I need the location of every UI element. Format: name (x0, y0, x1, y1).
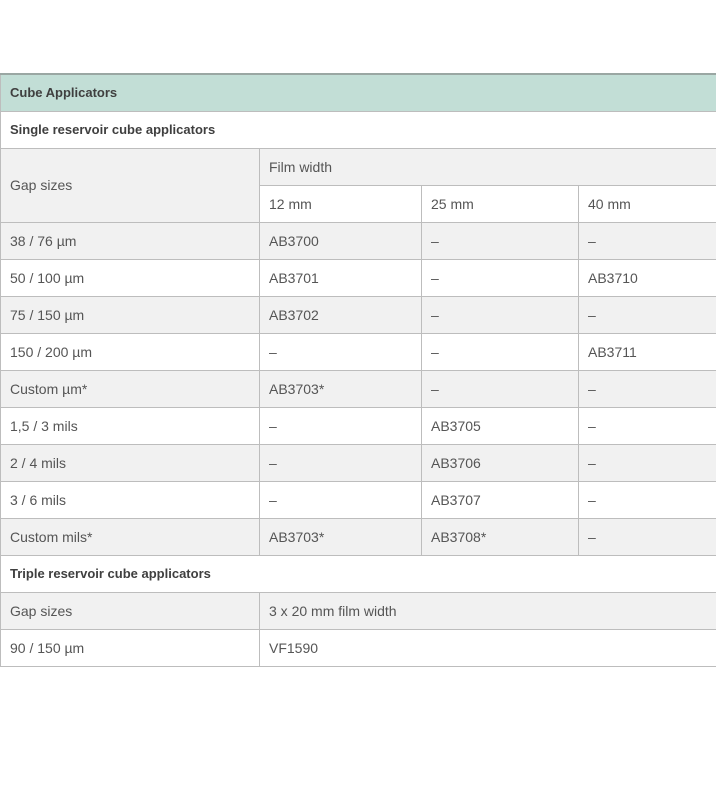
table-row: 90 / 150 µm VF1590 (0, 628, 716, 667)
section-single-reservoir: Single reservoir cube applicators (0, 110, 716, 149)
product-code-cell: VF1590 (258, 628, 716, 667)
product-code-cell: – (577, 221, 716, 260)
table-row: Custom mils* AB3703* AB3708* – (0, 517, 716, 556)
gap-size-cell: 38 / 76 µm (0, 221, 260, 260)
table-row: 1,5 / 3 mils – AB3705– (0, 406, 716, 445)
product-code-cell: – (421, 221, 579, 260)
gap-size-cell: 50 / 100 µm (0, 258, 260, 297)
product-code-cell: – (577, 443, 716, 482)
product-code-cell: AB3705 (421, 406, 579, 445)
table-title: Cube Applicators (0, 73, 716, 112)
table-row: 150 / 200 µm – – AB3711 (0, 332, 716, 371)
product-code-cell: AB3708* (421, 517, 579, 556)
product-code-cell: AB3707 (421, 480, 579, 519)
width-header-25mm: 25 mm (421, 184, 579, 223)
product-code-cell: AB3703* (259, 369, 422, 408)
triple-film-width-header: 3 x 20 mm film width (258, 591, 716, 630)
width-header-12mm: 12 mm (259, 184, 422, 223)
gap-size-cell: 2 / 4 mils (0, 443, 260, 482)
product-code-cell: – (259, 332, 422, 371)
product-code-cell: AB3701 (259, 258, 422, 297)
gap-size-cell: 3 / 6 mils (0, 480, 260, 519)
product-code-cell: – (577, 406, 716, 445)
film-width-header: Film width (258, 147, 716, 186)
product-code-cell: – (577, 480, 716, 519)
product-code-cell: AB3702 (259, 295, 422, 334)
product-code-cell: – (577, 295, 716, 334)
product-code-cell: – (259, 406, 422, 445)
product-code-cell: AB3710 (577, 258, 716, 297)
product-code-cell: AB3706 (421, 443, 579, 482)
triple-gap-sizes-header: Gap sizes (0, 591, 260, 630)
product-code-cell: – (577, 369, 716, 408)
product-code-cell: AB3703* (259, 517, 422, 556)
product-code-cell: – (421, 258, 579, 297)
product-code-cell: – (421, 332, 579, 371)
product-code-cell: – (259, 480, 422, 519)
section-triple-reservoir: Triple reservoir cube applicators (0, 554, 716, 593)
table-row: 2 / 4 mils – AB3706– (0, 443, 716, 482)
gap-size-cell: Custom µm* (0, 369, 260, 408)
gap-size-cell: 75 / 150 µm (0, 295, 260, 334)
triple-header-row: Gap sizes 3 x 20 mm film width (0, 591, 716, 630)
product-code-cell: – (577, 517, 716, 556)
gap-size-cell: 150 / 200 µm (0, 332, 260, 371)
table-row: 38 / 76 µm AB3700– – (0, 221, 716, 260)
table-row: 3 / 6 mils – AB3707– (0, 480, 716, 519)
width-header-40mm: 40 mm (577, 184, 716, 223)
gap-sizes-header: Gap sizes (0, 147, 260, 223)
gap-size-cell: Custom mils* (0, 517, 260, 556)
gap-size-cell: 1,5 / 3 mils (0, 406, 260, 445)
gap-size-cell: 90 / 150 µm (0, 628, 260, 667)
table-row: 50 / 100 µm AB3701– AB3710 (0, 258, 716, 297)
product-code-cell: – (421, 295, 579, 334)
table-row: Custom µm* AB3703* – – (0, 369, 716, 408)
product-code-cell: AB3711 (577, 332, 716, 371)
cube-applicators-table: Cube Applicators Single reservoir cube a… (0, 73, 716, 667)
product-code-cell: – (259, 443, 422, 482)
table-row: 75 / 150 µm AB3702– – (0, 295, 716, 334)
product-code-cell: AB3700 (259, 221, 422, 260)
cube-applicators-table-container: Cube Applicators Single reservoir cube a… (0, 73, 716, 667)
product-code-cell: – (421, 369, 579, 408)
